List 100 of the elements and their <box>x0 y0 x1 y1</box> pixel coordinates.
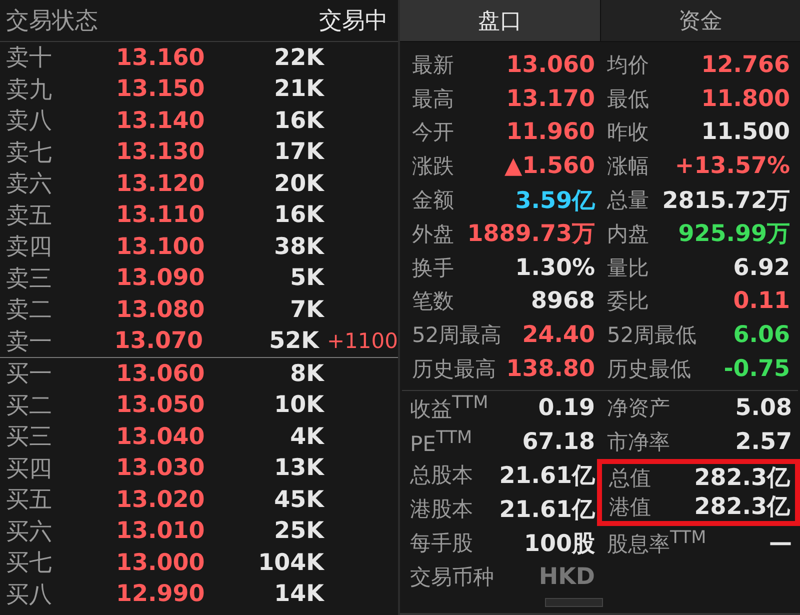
price: 13.000 <box>116 550 206 576</box>
level-label: 卖四 <box>6 233 53 262</box>
volume: 20K <box>273 170 324 197</box>
price: 13.160 <box>116 44 206 71</box>
stat-label: PE$^{TTM}$ <box>410 428 472 456</box>
stat-value: 282.3亿 <box>694 493 790 522</box>
level-label: 卖七 <box>6 138 53 168</box>
stat-value: 1.30% <box>515 254 595 281</box>
volume: 14K <box>273 581 324 608</box>
stat-value: 0.19 <box>538 394 595 421</box>
stat-label: 外盘 <box>412 220 454 248</box>
stat-value: 11.960 <box>506 119 595 146</box>
status-value: 交易中 <box>319 7 388 36</box>
volume: 104K <box>257 550 324 576</box>
tab[interactable]: 盘口 <box>400 0 600 41</box>
level-label: 买三 <box>6 423 53 452</box>
price: 13.140 <box>116 108 206 134</box>
stat-value: 5.08 <box>735 394 792 421</box>
price: 13.100 <box>116 234 206 260</box>
status-label: 交易状态 <box>6 7 98 36</box>
price: 13.130 <box>116 139 206 166</box>
stat-label: 净资产 <box>607 394 670 422</box>
volume: 7K <box>289 296 324 323</box>
level-label: 卖六 <box>6 170 53 200</box>
volume: 45K <box>273 486 324 513</box>
price: 12.990 <box>116 581 206 608</box>
stat-value: 1889.73万 <box>467 220 595 250</box>
level-label: 买二 <box>6 392 53 421</box>
volume: 21K <box>273 76 324 102</box>
level-label: 卖二 <box>6 296 53 326</box>
price: 13.070 <box>114 328 204 354</box>
level-label: 买七 <box>6 549 53 578</box>
stat-value: 12.766 <box>701 52 790 78</box>
stat-label: 涨跌 <box>412 153 454 180</box>
level-label: 买一 <box>6 360 53 390</box>
stat-value: 0.11 <box>733 288 790 314</box>
stat-value: 11.800 <box>701 86 790 112</box>
level-label: 卖八 <box>6 107 53 136</box>
stat-value: — <box>769 530 792 556</box>
stat-value: 2815.72万 <box>662 186 790 216</box>
price: 13.120 <box>116 170 206 197</box>
price: 13.060 <box>116 360 206 387</box>
price: 13.050 <box>116 392 206 418</box>
stat-label: 总量 <box>607 187 649 214</box>
stat-label: 笔数 <box>412 288 454 316</box>
level-label: 卖一 <box>6 328 53 357</box>
stat-label: 今开 <box>412 119 454 146</box>
stat-value: 925.99万 <box>678 220 790 250</box>
stat-value: 8968 <box>530 288 595 314</box>
stat-value: 24.40 <box>522 322 595 348</box>
stat-value: ▲1.560 <box>504 153 595 180</box>
stat-value: 21.61亿 <box>499 462 595 491</box>
stat-value: HKD <box>538 564 595 590</box>
stat-label: 历史最低 <box>607 356 691 384</box>
stat-label: 均价 <box>607 52 649 79</box>
price: 13.080 <box>116 296 206 323</box>
volume: 13K <box>273 455 324 482</box>
stat-label: 量比 <box>607 254 649 282</box>
tab[interactable]: 资金 <box>600 0 800 41</box>
level-label: 买六 <box>6 518 53 547</box>
stat-label: 交易币种 <box>410 564 494 591</box>
stat-label: 历史最高 <box>412 356 496 384</box>
stat-label: 换手 <box>412 254 454 282</box>
volume: 38K <box>273 234 324 260</box>
stat-label: 最新 <box>412 52 454 79</box>
stat-label: 最高 <box>412 86 454 113</box>
stat-label: 港值 <box>609 494 651 521</box>
stat-value: 21.61亿 <box>499 496 595 525</box>
stat-value: 67.18 <box>522 428 595 455</box>
stat-value: 11.500 <box>701 119 790 146</box>
stat-label: 市净率 <box>607 428 670 456</box>
stat-label: 港股本 <box>410 496 473 524</box>
stat-value: 13.060 <box>506 52 595 78</box>
stat-value: 282.3亿 <box>694 464 790 494</box>
stat-label: 52周最高 <box>412 322 502 350</box>
stat-value: 2.57 <box>735 428 792 455</box>
stat-label: 总值 <box>609 464 651 492</box>
price: 13.040 <box>116 424 206 450</box>
stat-value: 6.92 <box>733 254 790 281</box>
level-label: 买五 <box>6 486 53 516</box>
volume: 4K <box>289 424 324 450</box>
volume: 10K <box>273 392 324 418</box>
stat-value: 100股 <box>524 530 595 559</box>
price: 13.110 <box>116 202 206 228</box>
scrollbar-thumb[interactable] <box>545 598 603 607</box>
stat-value: 138.80 <box>506 356 595 382</box>
volume: 5K <box>289 265 324 292</box>
stat-value: 13.170 <box>506 86 595 112</box>
volume-change: +1100 <box>326 329 398 354</box>
stat-label: 52周最低 <box>607 322 697 350</box>
price: 13.150 <box>116 76 206 102</box>
level-label: 卖九 <box>6 76 53 105</box>
stat-label: 金额 <box>412 187 454 214</box>
stat-label: 最低 <box>607 86 649 113</box>
level-label: 买四 <box>6 454 53 484</box>
price: 13.010 <box>116 518 206 544</box>
price: 13.030 <box>116 455 206 482</box>
volume: 16K <box>273 108 324 134</box>
stat-label: 委比 <box>607 288 649 316</box>
stat-label: 股息率$^{TTM}$ <box>607 528 706 558</box>
